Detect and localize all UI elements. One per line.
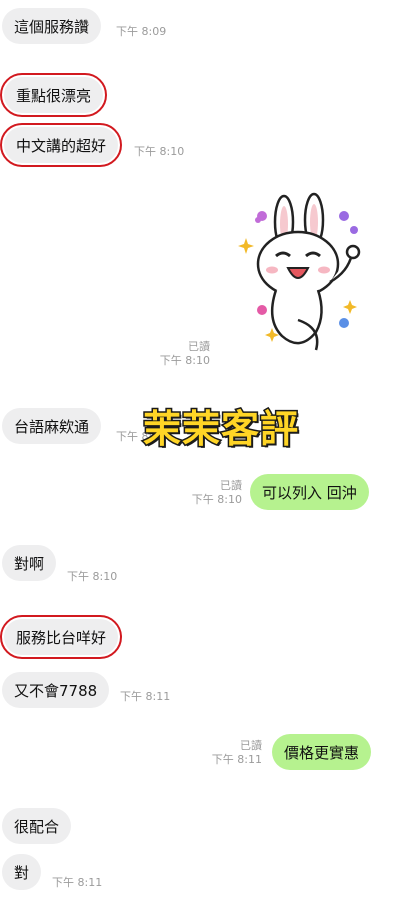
message-text: 很配合	[14, 817, 60, 836]
message-bubble-incoming[interactable]: 這個服務讚	[2, 8, 102, 44]
message-time: 下午 8:11	[52, 876, 103, 889]
message-text: 服務比台咩好	[16, 628, 107, 647]
message-meta: 已讀 下午 8:10	[150, 340, 210, 368]
read-receipt: 已讀	[240, 739, 262, 752]
message-text: 又不會7788	[14, 681, 98, 700]
message-bubble-incoming[interactable]: 對	[2, 854, 42, 890]
message-meta: 已讀 下午 8:11	[202, 739, 262, 767]
message-time: 下午 8:10	[159, 354, 210, 367]
message-text: 價格更實惠	[284, 743, 360, 762]
message-text: 可以列入 回沖	[262, 483, 357, 502]
message-time: 下午 8:10	[191, 493, 242, 506]
read-receipt: 已讀	[188, 340, 210, 353]
message-text: 台語麻欸通	[14, 417, 90, 436]
message-text: 這個服務讚	[14, 17, 90, 36]
message-text: 中文講的超好	[16, 136, 107, 155]
message-time: 下午 8:09	[116, 25, 167, 38]
message-text: 對啊	[14, 554, 45, 573]
message-bubble-incoming-highlighted[interactable]: 中文講的超好	[0, 123, 123, 167]
message-bubble-incoming-highlighted[interactable]: 服務比台咩好	[0, 615, 123, 659]
message-text: 重點很漂亮	[16, 86, 92, 105]
message-time: 下午 8:10	[134, 145, 185, 158]
message-bubble-incoming[interactable]: 台語麻欸通	[2, 408, 102, 444]
message-time: 下午 8:11	[211, 753, 262, 766]
message-time: 下午 8:11	[120, 690, 171, 703]
read-receipt: 已讀	[220, 479, 242, 492]
message-bubble-incoming[interactable]: 又不會7788	[2, 672, 110, 708]
message-bubble-incoming[interactable]: 很配合	[2, 808, 72, 844]
watermark-title: 茉茉客評	[141, 406, 300, 453]
message-bubble-incoming-highlighted[interactable]: 重點很漂亮	[0, 73, 108, 117]
message-text: 對	[14, 863, 30, 882]
bunny-sticker-icon[interactable]	[232, 190, 372, 355]
message-bubble-incoming[interactable]: 對啊	[2, 545, 57, 581]
message-time: 下午 8:10	[67, 570, 118, 583]
message-meta: 已讀 下午 8:10	[182, 479, 242, 507]
message-bubble-outgoing[interactable]: 可以列入 回沖	[250, 474, 369, 510]
message-bubble-outgoing[interactable]: 價格更實惠	[272, 734, 372, 770]
